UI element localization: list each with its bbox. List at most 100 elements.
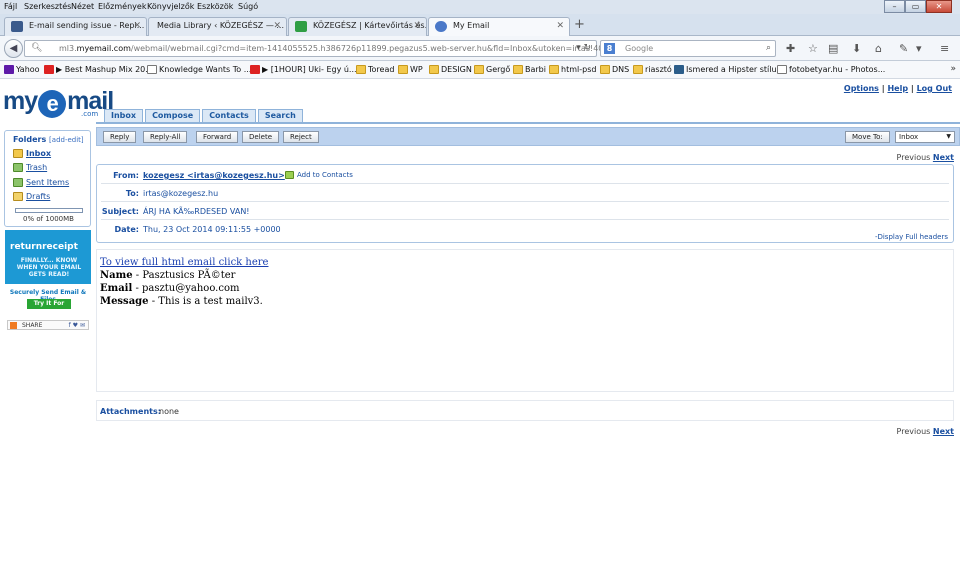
email-line: Email - pasztu@yahoo.com — [100, 282, 268, 295]
reload-icon[interactable]: ▾ ↻ — [576, 43, 591, 53]
menu-edit[interactable]: Szerkesztés — [24, 2, 71, 11]
reject-button[interactable]: Reject — [283, 131, 319, 143]
message-value: - This is a test mailv3. — [151, 296, 263, 307]
ad-try-button[interactable]: Try It For Free — [27, 299, 71, 317]
view-html-link[interactable]: To view full html email click here — [100, 256, 268, 269]
add-to-contacts-link[interactable]: Add to Contacts — [285, 171, 353, 179]
bookmark-label: html-psd — [561, 65, 597, 74]
folder-sent-items[interactable]: Sent Items — [13, 178, 69, 187]
bookmark-folder[interactable]: riasztó — [633, 65, 672, 74]
folder-icon — [429, 65, 439, 74]
quota-text: 0% of 1000MB — [23, 215, 74, 223]
tab-close-icon[interactable]: ✕ — [413, 21, 421, 31]
name-value: - Pasztusics PÃ©ter — [135, 270, 236, 281]
address-bar[interactable]: 🔍︎ ml3.myemail.com/webmail/webmail.cgi?c… — [24, 40, 645, 57]
move-folder-select[interactable]: Inbox ▼ — [895, 131, 955, 143]
browser-tab[interactable]: Media Library ‹ KÖZEGÉSZ — ... ✕ — [148, 17, 287, 36]
tab-title: KÖZEGÉSZ | Kártevőirtás és... — [313, 21, 427, 30]
folder-trash[interactable]: Trash — [13, 163, 47, 172]
bookmark-label: Yahoo — [16, 65, 40, 74]
addon-icon[interactable]: ✎ — [899, 42, 908, 55]
reply-all-button[interactable]: Reply-All — [143, 131, 188, 143]
message-action-bar: Reply Reply-All Forward Delete Reject Mo… — [96, 127, 960, 146]
bookmark-folder[interactable]: WP — [398, 65, 423, 74]
inbox-icon — [13, 149, 23, 158]
tab-search[interactable]: Search — [257, 109, 303, 122]
bookmark-item[interactable]: Knowledge Wants To ... — [147, 65, 251, 74]
bookmarks-overflow-button[interactable]: » — [950, 64, 956, 74]
tab-compose[interactable]: Compose — [145, 109, 201, 122]
tab-close-icon[interactable]: ✕ — [133, 21, 141, 31]
next-link[interactable]: Next — [933, 153, 954, 162]
display-full-headers-link[interactable]: -Display Full headers — [875, 233, 948, 241]
menu-icon[interactable]: ≡ — [940, 42, 949, 55]
folder-drafts[interactable]: Drafts — [13, 192, 50, 201]
tab-close-icon[interactable]: ✕ — [556, 21, 564, 31]
folders-panel: Folders [add-edit] Inbox Trash Sent Item… — [4, 130, 91, 227]
minimize-button[interactable]: – — [884, 0, 905, 13]
menu-file[interactable]: Fájl — [4, 2, 17, 11]
share-button[interactable]: SHARE f ♥ ✉ — [7, 320, 89, 330]
next-link[interactable]: Next — [933, 427, 954, 436]
menu-view[interactable]: Nézet — [71, 2, 94, 11]
to-row: To: irtas@kozegesz.hu — [101, 185, 949, 202]
reply-button[interactable]: Reply — [103, 131, 137, 143]
move-to-button[interactable]: Move To: — [845, 131, 890, 143]
menu-history[interactable]: Előzmények — [98, 2, 146, 11]
bookmark-folder[interactable]: Toread — [356, 65, 394, 74]
site-identity-icon[interactable]: 🔍︎ — [31, 43, 42, 53]
new-tab-button[interactable]: + — [574, 17, 585, 32]
bookmark-item[interactable]: Ismered a Hipster stílu... — [674, 65, 784, 74]
bookmark-item[interactable]: ▶ [1HOUR] Uki- Egy ú... — [250, 65, 357, 74]
logout-link[interactable]: Log Out — [917, 84, 952, 93]
dropdown-icon[interactable]: ▾ — [916, 42, 922, 55]
bookmark-folder[interactable]: DESIGN — [429, 65, 472, 74]
help-link[interactable]: Help — [887, 84, 908, 93]
browser-tab[interactable]: E-mail sending issue - Repl... ✕ — [4, 17, 147, 36]
tab-contacts[interactable]: Contacts — [202, 109, 256, 122]
browser-tab-active[interactable]: My Email ✕ — [428, 17, 570, 36]
browser-tab[interactable]: KÖZEGÉSZ | Kártevőirtás és... ✕ — [288, 17, 427, 36]
search-bar[interactable]: 8 Google ⌕ — [600, 40, 776, 57]
logo-e-icon: e — [38, 90, 67, 118]
bookmark-folder[interactable]: DNS — [600, 65, 629, 74]
folder-inbox[interactable]: Inbox — [13, 149, 51, 158]
delete-button[interactable]: Delete — [242, 131, 279, 143]
menu-tools[interactable]: Eszközök — [197, 2, 233, 11]
home-icon[interactable]: ⌂ — [875, 42, 882, 55]
bookmark-item[interactable]: Yahoo — [4, 65, 40, 74]
previous-link[interactable]: Previous — [897, 427, 931, 436]
menu-help[interactable]: Súgó — [238, 2, 258, 11]
menu-bookmarks[interactable]: Könyvjelzők — [147, 2, 194, 11]
forward-button[interactable]: Forward — [196, 131, 239, 143]
bookmark-label: riasztó — [645, 65, 672, 74]
folder-label: Trash — [26, 163, 48, 172]
close-window-button[interactable]: ✕ — [926, 0, 952, 13]
bookmark-star-icon[interactable]: ☆ — [808, 42, 818, 55]
extension-icon[interactable]: ✚ — [786, 42, 795, 55]
yahoo-icon — [4, 65, 14, 74]
to-label: To: — [125, 189, 139, 198]
message-header: From: kozegesz <irtas@kozegesz.hu> Add t… — [96, 164, 954, 243]
tab-inbox[interactable]: Inbox — [104, 109, 144, 122]
bookmark-item[interactable]: fotobetyar.hu - Photos... — [777, 65, 885, 74]
bookmark-folder[interactable]: Barbi — [513, 65, 546, 74]
from-address[interactable]: kozegesz <irtas@kozegesz.hu> — [143, 171, 285, 180]
download-icon[interactable]: ⬇ — [852, 42, 861, 55]
message-body: To view full html email click here Name … — [96, 249, 954, 392]
back-button[interactable]: ◀ — [4, 39, 23, 58]
bookmark-label: Ismered a Hipster stílu... — [686, 65, 785, 74]
clipboard-icon[interactable]: ▤ — [828, 42, 838, 55]
url-text: ml3.myemail.com/webmail/webmail.cgi?cmd=… — [59, 44, 645, 53]
options-link[interactable]: Options — [844, 84, 879, 93]
nav-divider — [96, 122, 960, 124]
bookmark-item[interactable]: ▶ Best Mashup Mix 20... — [44, 65, 153, 74]
search-icon[interactable]: ⌕ — [766, 43, 771, 53]
add-edit-link[interactable]: [add-edit] — [49, 136, 84, 144]
google-icon: 8 — [604, 43, 615, 54]
bookmark-folder[interactable]: Gergő — [474, 65, 510, 74]
bookmark-folder[interactable]: html-psd — [549, 65, 596, 74]
previous-link[interactable]: Previous — [897, 153, 931, 162]
tab-close-icon[interactable]: ✕ — [273, 21, 281, 31]
restore-button[interactable]: ▭ — [905, 0, 926, 13]
